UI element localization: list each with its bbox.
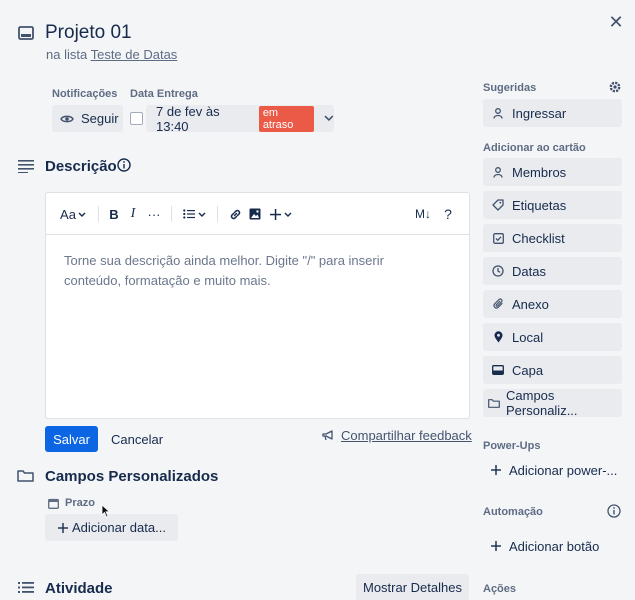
editor-toolbar: Aa B I ··· M↓ ? <box>46 193 469 235</box>
in-list-prefix: na lista <box>46 47 88 62</box>
close-icon[interactable]: ✕ <box>606 12 626 32</box>
card-title[interactable]: Projeto 01 <box>45 22 132 44</box>
custom-fields-icon <box>17 470 34 482</box>
add-powerup-button[interactable]: Adicionar power-... <box>483 456 622 484</box>
tag-icon <box>492 199 504 211</box>
custom-fields-button[interactable]: Campos Personaliz... <box>483 388 622 418</box>
automation-label: Automação <box>483 506 543 518</box>
bullet-list-icon <box>182 209 195 219</box>
location-button[interactable]: Local <box>483 323 622 351</box>
add-date-label: Adicionar data... <box>72 520 166 535</box>
labels-button[interactable]: Etiquetas <box>483 191 622 219</box>
show-details-button[interactable]: Mostrar Detalhes <box>356 574 469 600</box>
attachment-label: Anexo <box>512 296 549 312</box>
bold-button[interactable]: B <box>108 205 120 223</box>
more-formatting-button[interactable]: ··· <box>146 205 162 223</box>
add-to-card-label: Adicionar ao cartão <box>483 142 586 154</box>
activity-icon <box>18 582 34 593</box>
info-icon[interactable] <box>607 504 621 518</box>
link-icon[interactable] <box>228 205 242 223</box>
cover-button[interactable]: Capa <box>483 356 622 384</box>
members-label: Membros <box>512 164 567 180</box>
chevron-down-icon <box>198 212 205 217</box>
dates-label: Datas <box>512 263 546 279</box>
overdue-badge: em atraso <box>258 105 315 132</box>
chevron-down-icon <box>284 212 292 217</box>
add-date-button[interactable]: Adicionar data... <box>45 514 178 541</box>
labels-label: Etiquetas <box>512 197 567 213</box>
help-button[interactable]: ? <box>442 205 454 223</box>
attachment-button[interactable]: Anexo <box>483 290 622 318</box>
italic-button[interactable]: I <box>128 205 138 223</box>
person-icon <box>492 107 504 119</box>
feedback-label: Compartilhar feedback <box>341 428 472 443</box>
plus-icon <box>491 465 501 475</box>
location-label: Local <box>512 329 544 345</box>
markdown-button[interactable]: M↓ <box>414 205 432 223</box>
due-date-value: 7 de fev às 13:40 <box>156 103 220 134</box>
add-button-label: Adicionar botão <box>509 538 600 554</box>
activity-title: Atividade <box>45 580 113 597</box>
cover-icon <box>492 364 504 376</box>
follow-label: Seguir <box>81 111 119 126</box>
plus-icon <box>491 541 501 551</box>
add-button-button[interactable]: Adicionar botão <box>483 532 622 560</box>
save-button[interactable]: Salvar <box>45 426 98 452</box>
list-reference: na lista Teste de Datas <box>46 47 177 62</box>
members-button[interactable]: Membros <box>483 158 622 186</box>
chevron-down-icon <box>78 212 86 217</box>
due-date-checkbox[interactable] <box>130 112 143 125</box>
due-date-label: Data Entrega <box>130 88 198 100</box>
description-title: Descrição <box>45 158 117 175</box>
info-icon[interactable] <box>117 158 131 172</box>
notifications-label: Notificações <box>52 88 118 100</box>
clock-icon <box>492 265 504 277</box>
custom-fields-title: Campos Personalizados <box>45 468 219 485</box>
calendar-icon <box>48 498 59 509</box>
megaphone-icon <box>322 430 333 441</box>
cancel-button[interactable]: Cancelar <box>111 432 163 447</box>
powerups-label: Power-Ups <box>483 440 541 452</box>
paperclip-icon <box>492 298 504 310</box>
custom-fields-icon <box>488 397 500 409</box>
description-placeholder[interactable]: Torne sua descrição ainda melhor. Digite… <box>64 251 444 291</box>
custom-fields-label: Campos Personaliz... <box>506 388 578 418</box>
text-style-button[interactable]: Aa <box>59 205 87 223</box>
text-style-label: Aa <box>60 206 76 222</box>
description-editor[interactable]: Aa B I ··· M↓ ? Torne sua descrição aind… <box>45 192 470 419</box>
plus-icon <box>58 522 68 533</box>
gear-icon[interactable] <box>608 80 622 94</box>
description-icon <box>18 160 34 173</box>
feedback-link[interactable]: Compartilhar feedback <box>322 428 472 443</box>
add-powerup-label: Adicionar power-... <box>509 462 618 478</box>
due-date-button[interactable]: 7 de fev às 13:40 em atraso <box>146 103 334 134</box>
join-button[interactable]: Ingressar <box>483 99 622 127</box>
chevron-down-icon <box>324 115 334 122</box>
follow-button[interactable]: Seguir <box>52 105 123 132</box>
insert-button[interactable] <box>268 205 294 223</box>
person-icon <box>492 166 504 178</box>
eye-icon <box>60 115 74 122</box>
dates-button[interactable]: Datas <box>483 257 622 285</box>
list-button[interactable] <box>181 205 207 223</box>
actions-label: Ações <box>483 583 517 595</box>
mouse-cursor-icon <box>101 504 111 518</box>
checklist-icon <box>492 232 504 244</box>
card-icon <box>18 26 34 40</box>
location-pin-icon <box>492 331 504 343</box>
checklist-label: Checklist <box>512 230 565 246</box>
plus-icon <box>270 208 281 220</box>
checklist-button[interactable]: Checklist <box>483 224 622 252</box>
field-prazo-label: Prazo <box>48 497 95 509</box>
field-name: Prazo <box>65 497 95 509</box>
join-label: Ingressar <box>512 105 567 121</box>
list-link[interactable]: Teste de Datas <box>91 47 178 62</box>
cover-label: Capa <box>512 362 544 378</box>
image-icon[interactable] <box>248 205 262 223</box>
suggested-label: Sugeridas <box>483 82 537 94</box>
